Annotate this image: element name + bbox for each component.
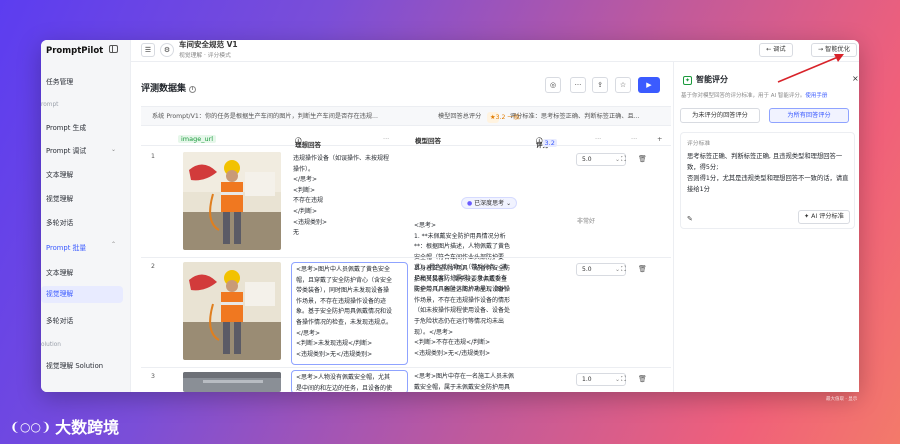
annotation-arrow [777, 54, 844, 83]
watermark-logo: ❨○○❩ 大数跨境 [10, 418, 120, 437]
corner-text: 最大值取 · 显示 [826, 397, 858, 402]
logo-mark-icon: ❨○○❩ [10, 420, 52, 434]
